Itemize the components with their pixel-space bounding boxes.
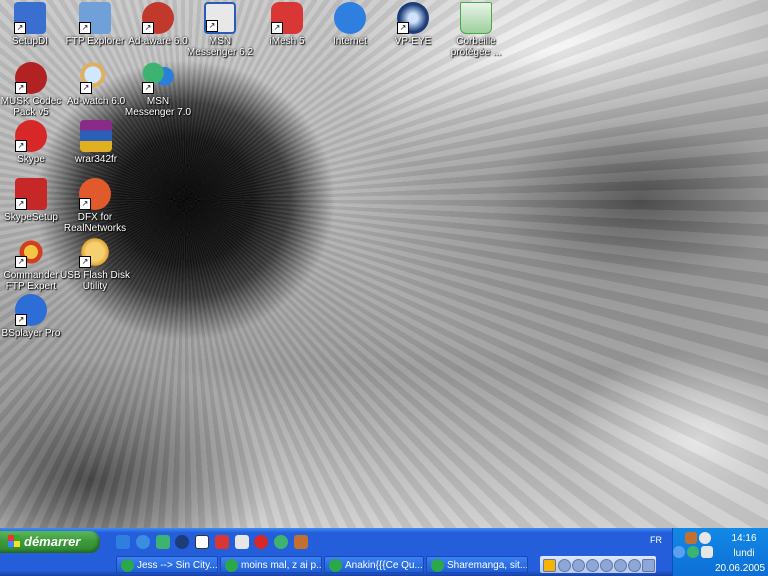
- desktop-icon-ftp-explorer[interactable]: ↗ FTP Explorer: [59, 2, 131, 47]
- desktop-icon-label: MSN Messenger 7.0: [124, 96, 192, 118]
- volume-icon[interactable]: [614, 559, 627, 572]
- setup-icon: ↗: [14, 2, 46, 34]
- desktop-icon-label: VP-EYE: [394, 36, 432, 47]
- skype-setup-icon: ↗: [15, 178, 47, 210]
- clock-time[interactable]: 14:16: [724, 533, 764, 544]
- desktop-icon-label: MSN Messenger 6.2: [186, 36, 254, 58]
- msn-people-icon[interactable]: [274, 535, 289, 549]
- vp-eye-icon: ↗: [397, 2, 429, 34]
- codec-icon: ↗: [15, 62, 47, 94]
- bsplayer-icon: ↗: [15, 294, 47, 326]
- desktop-icon-internet[interactable]: Internet: [314, 2, 386, 47]
- desktop-icon-label: Corbeille protégée ...: [450, 36, 502, 58]
- skype-icon[interactable]: [254, 535, 269, 549]
- tray-volume-icon[interactable]: [701, 546, 713, 558]
- taskbar-button-label: Jess --> Sin City...: [137, 560, 218, 571]
- desktop-icon-msn-messenger-7[interactable]: ↗ MSN Messenger 7.0: [122, 62, 194, 118]
- previous-icon[interactable]: [586, 559, 599, 572]
- desktop-icon-label: Skype: [17, 154, 45, 165]
- desktop-icon-label: iMesh 5: [269, 36, 305, 47]
- desktop-icon-bsplayer[interactable]: ↗ BSplayer Pro: [0, 294, 67, 339]
- internet-explorer-icon[interactable]: [135, 535, 150, 549]
- stop-icon[interactable]: [558, 559, 571, 572]
- desktop-icon-label: SkypeSetup: [4, 212, 58, 223]
- taskbar-button[interactable]: Sharemanga, sit...: [426, 556, 528, 573]
- internet-explorer-icon: [334, 2, 366, 34]
- msn-people-icon: [431, 559, 444, 572]
- codec-icon[interactable]: [294, 535, 309, 549]
- expand-tray-icon[interactable]: [673, 546, 685, 558]
- magnifier-icon: ↗: [80, 62, 112, 94]
- taskbar-button-label: moins mal, z ai p...: [241, 560, 322, 571]
- desktop-icon-commander-ftp[interactable]: ↗ Commander FTP Expert: [0, 236, 67, 292]
- desktop-icon-label: FTP Explorer: [65, 36, 125, 47]
- skype-icon: ↗: [15, 120, 47, 152]
- desktop-icon-vp-eye[interactable]: ↗ VP-EYE: [377, 2, 449, 47]
- desktop-icon-label: Commander FTP Expert: [3, 270, 59, 292]
- desktop-icon-skype-setup[interactable]: ↗ SkypeSetup: [0, 178, 67, 223]
- usb-icon: ↗: [79, 236, 111, 268]
- imesh-icon[interactable]: [214, 535, 229, 549]
- desktop-icon-setupdi[interactable]: ↗ SetupDI: [0, 2, 66, 47]
- vp-eye-icon[interactable]: [175, 535, 190, 549]
- desktop-icon-label: Internet: [333, 36, 367, 47]
- start-label: démarrer: [24, 534, 81, 549]
- dfx-icon: ↗: [79, 178, 111, 210]
- desktop[interactable]: ↗ SetupDI ↗ FTP Explorer ↗ Ad-aware 6.0 …: [0, 0, 768, 528]
- desktop-icon-skype[interactable]: ↗ Skype: [0, 120, 67, 165]
- window-icon: ↗: [204, 2, 236, 34]
- desktop-icon-winrar[interactable]: wrar342fr: [60, 120, 132, 165]
- commander-ftp-icon: ↗: [15, 236, 47, 268]
- msn-people-icon: [121, 559, 134, 572]
- firefox-icon[interactable]: [116, 535, 130, 549]
- adaware-icon: ↗: [142, 2, 174, 34]
- recycle-bin-icon: [460, 2, 492, 34]
- desktop-icon-dfx[interactable]: ↗ DFX for RealNetworks: [59, 178, 131, 234]
- imesh-icon: ↗: [271, 2, 303, 34]
- media-logo-icon[interactable]: [543, 559, 556, 572]
- tray-clock-icon[interactable]: [699, 532, 711, 544]
- taskbar: démarrer Jess --> Sin City... moins mal,…: [0, 528, 768, 576]
- clock-date[interactable]: 20.06.2005: [712, 563, 768, 574]
- play-icon[interactable]: [572, 559, 585, 572]
- tray-app-icon[interactable]: [685, 532, 697, 544]
- restore-icon[interactable]: [642, 559, 655, 572]
- msn-people-icon: ↗: [142, 62, 174, 94]
- desktop-icon-usb-flash[interactable]: ↗ USB Flash Disk Utility: [59, 236, 131, 292]
- tray-network-icon[interactable]: [687, 546, 699, 558]
- desktop-icon-recycle-bin[interactable]: Corbeille protégée ...: [440, 2, 512, 58]
- mute-icon[interactable]: [628, 559, 641, 572]
- media-icon[interactable]: [155, 535, 170, 549]
- winrar-icon: [80, 120, 112, 152]
- msn-people-icon: [225, 559, 238, 572]
- taskbar-button[interactable]: Anakin{{{Ce Qu...: [324, 556, 424, 573]
- taskbar-button-label: Anakin{{{Ce Qu...: [345, 560, 423, 571]
- play-icon[interactable]: [195, 535, 210, 549]
- media-player-toolbar: [540, 556, 656, 573]
- desktop-icon-label: DFX for RealNetworks: [63, 212, 127, 234]
- taskbar-button[interactable]: Jess --> Sin City...: [116, 556, 218, 573]
- desktop-icon-label: SetupDI: [11, 36, 49, 47]
- msn-people-icon: [329, 559, 342, 572]
- desktop-icon-imesh[interactable]: ↗ iMesh 5: [251, 2, 323, 47]
- language-indicator[interactable]: FR: [650, 535, 662, 545]
- ftp-explorer-icon: ↗: [79, 2, 111, 34]
- taskbar-button[interactable]: moins mal, z ai p...: [220, 556, 322, 573]
- desktop-icon-musk-codec[interactable]: ↗ MUSK Codec Pack v5: [0, 62, 67, 118]
- windows-flag-icon: [8, 535, 20, 547]
- next-icon[interactable]: [600, 559, 613, 572]
- desktop-icon-label: MUSK Codec Pack v5: [0, 96, 62, 118]
- clock-day[interactable]: lundi: [724, 548, 764, 559]
- desktop-icon-label: BSplayer Pro: [1, 328, 61, 339]
- desktop-icon-label: wrar342fr: [74, 154, 118, 165]
- desktop-icon-msn-messenger-6[interactable]: ↗ MSN Messenger 6.2: [184, 2, 256, 58]
- start-button[interactable]: démarrer: [0, 531, 100, 553]
- quick-launch: [116, 535, 311, 551]
- taskbar-button-label: Sharemanga, sit...: [447, 560, 528, 571]
- desktop-icon-label: USB Flash Disk Utility: [59, 270, 130, 292]
- windows-icon[interactable]: [234, 535, 249, 549]
